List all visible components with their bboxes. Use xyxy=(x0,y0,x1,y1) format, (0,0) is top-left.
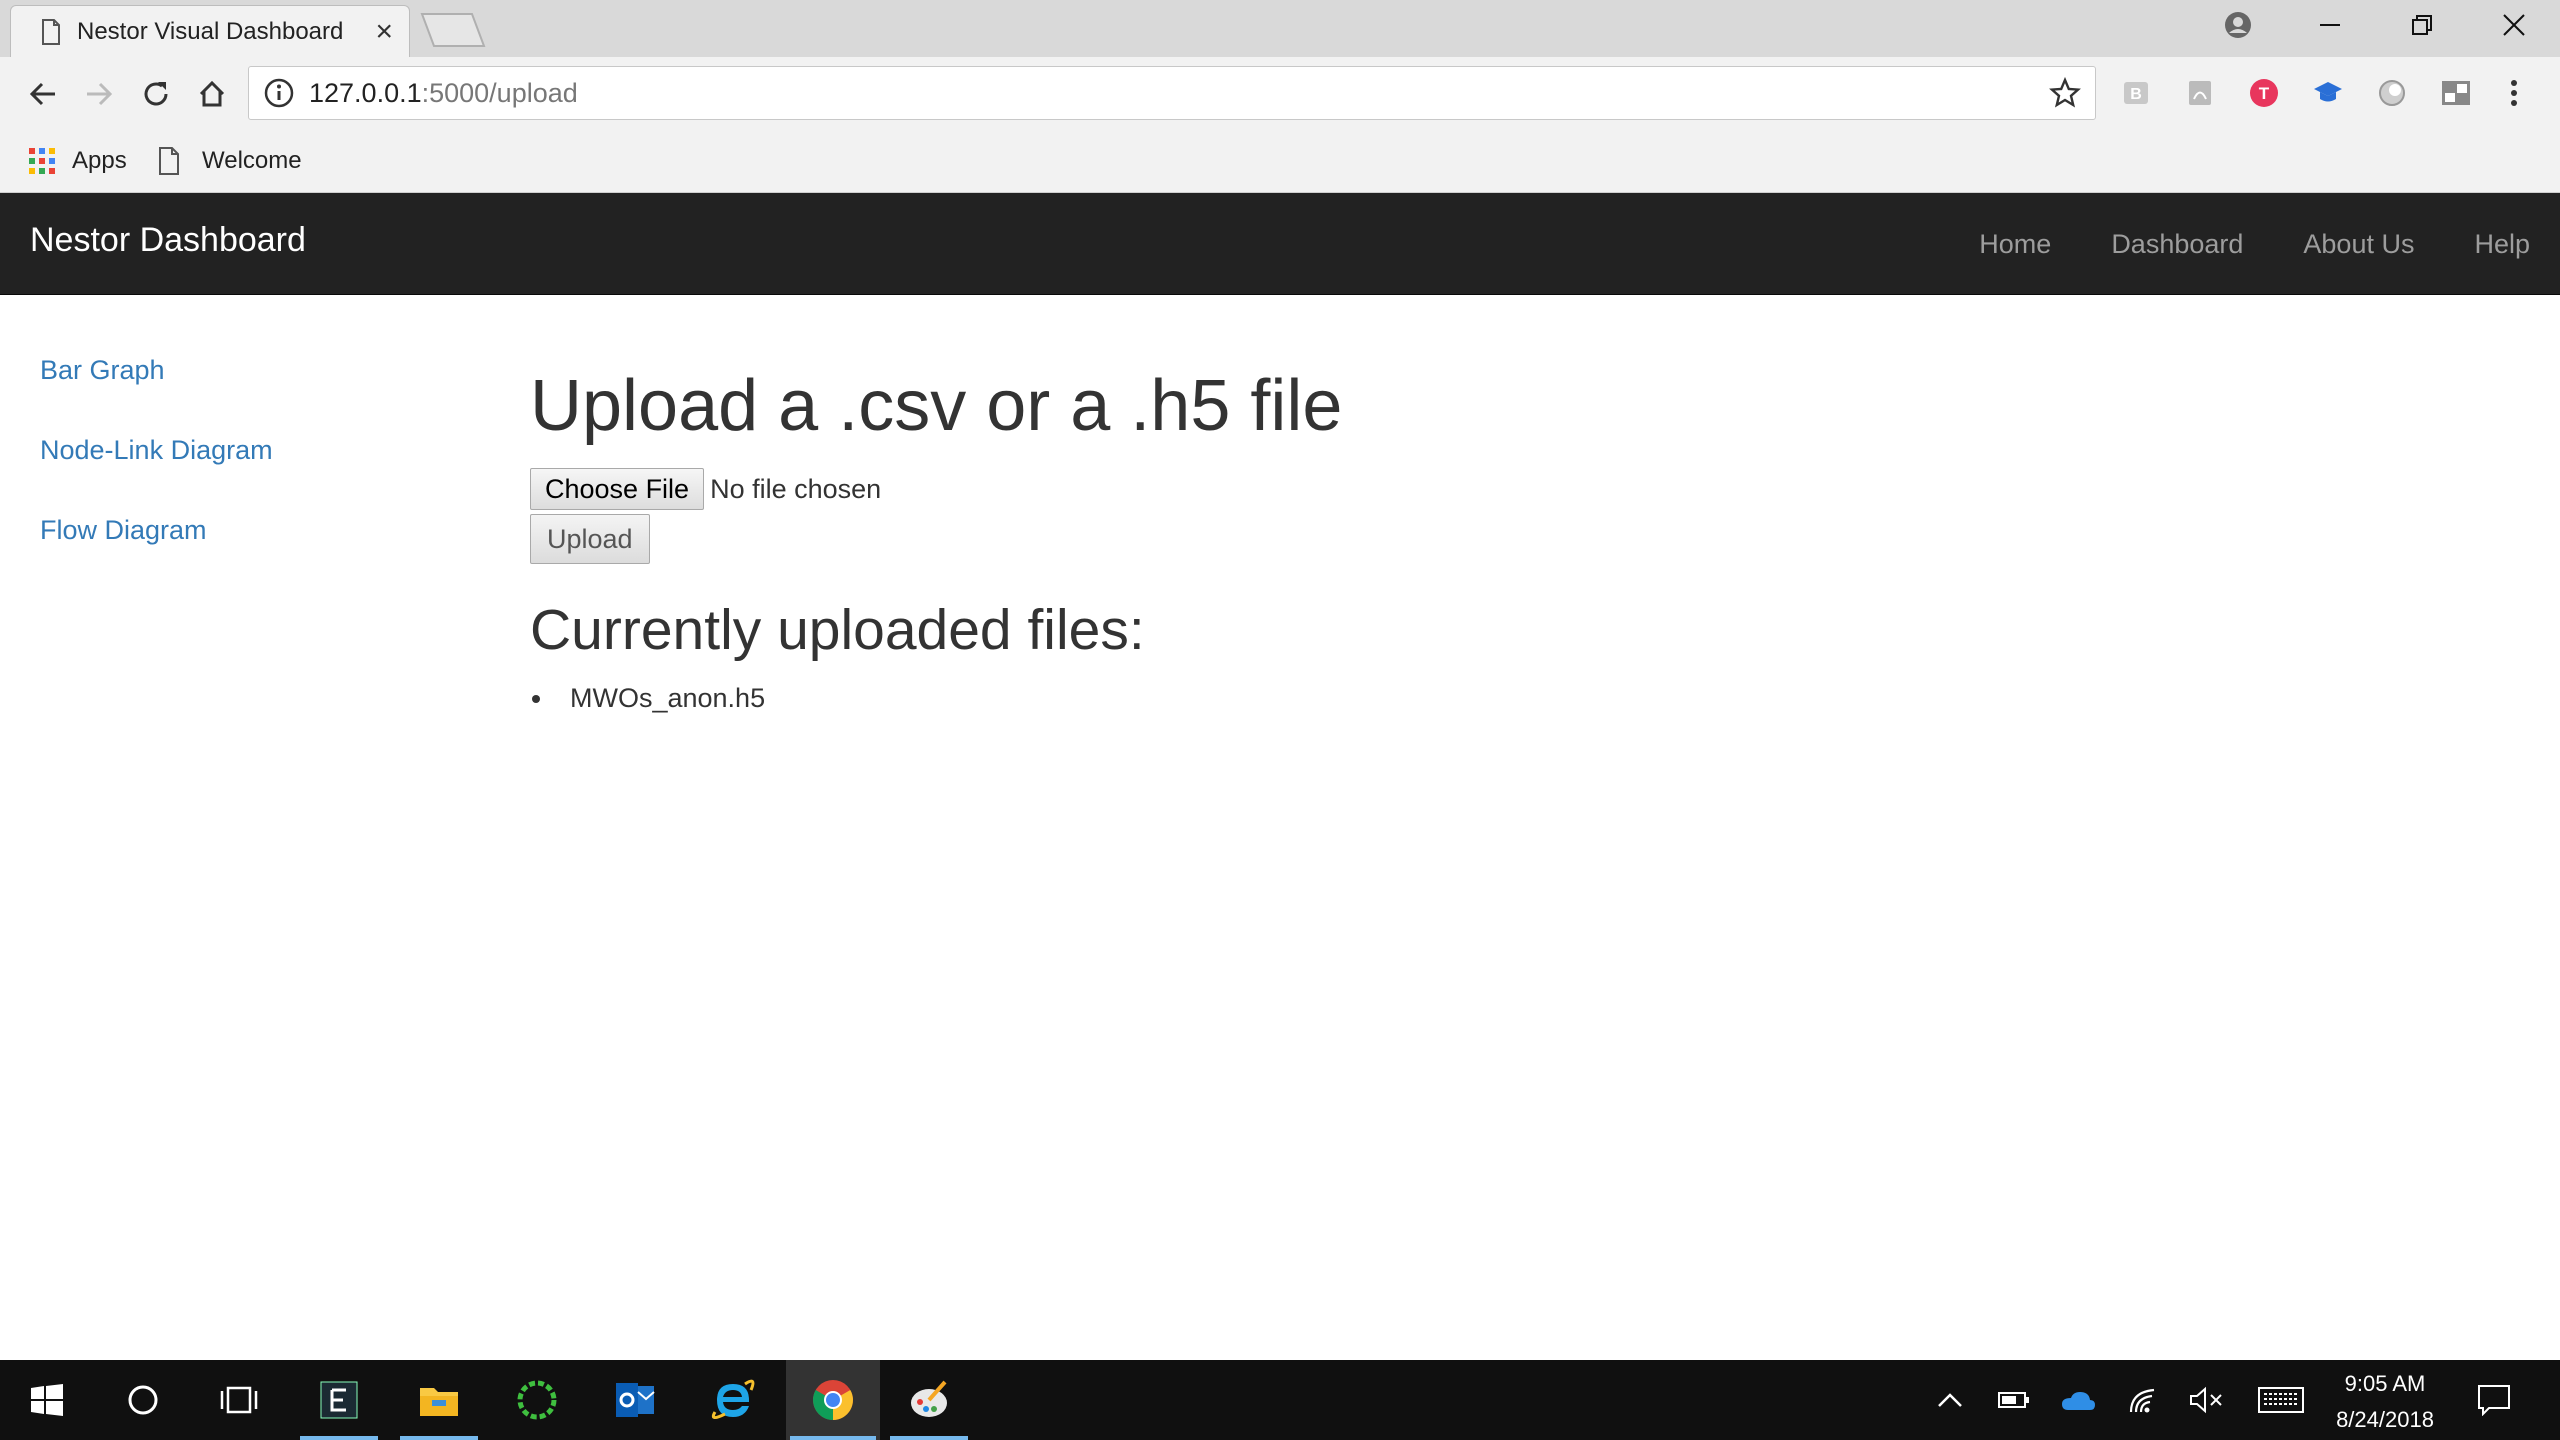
bookmark-apps[interactable]: Apps xyxy=(28,129,127,193)
sidebar-item-node-link-diagram[interactable]: Node-Link Diagram xyxy=(40,435,273,515)
extension-b-icon[interactable]: B xyxy=(2118,75,2154,111)
taskbar-app-green-ring-icon[interactable] xyxy=(494,1360,580,1440)
minimize-icon[interactable] xyxy=(2284,0,2376,50)
choose-file-button[interactable]: Choose File xyxy=(530,468,705,510)
circle-extension-icon[interactable] xyxy=(2374,75,2410,111)
page-icon xyxy=(159,147,179,175)
bookmarks-bar: Apps Welcome xyxy=(0,129,2560,193)
bullet xyxy=(532,694,540,703)
apps-grid-icon xyxy=(29,148,55,174)
paint-app-icon[interactable] xyxy=(886,1360,972,1440)
taskbar-app-editor-icon[interactable] xyxy=(296,1360,382,1440)
clock-time: 9:05 AM xyxy=(2344,1371,2426,1396)
sidebar: Bar Graph Node-Link Diagram Flow Diagram xyxy=(40,355,273,595)
battery-icon[interactable] xyxy=(1984,1360,2044,1440)
onedrive-cloud-icon[interactable] xyxy=(2048,1360,2108,1440)
back-arrow-icon[interactable] xyxy=(20,71,66,117)
new-tab-button[interactable] xyxy=(420,12,486,48)
chrome-icon[interactable] xyxy=(786,1360,880,1440)
tab-close-icon[interactable]: × xyxy=(375,16,393,47)
file-explorer-icon[interactable] xyxy=(396,1360,482,1440)
nav-home[interactable]: Home xyxy=(1979,229,2051,260)
restore-icon[interactable] xyxy=(2376,0,2468,50)
pdf-extension-icon[interactable] xyxy=(2182,75,2218,111)
browser-tab[interactable]: Nestor Visual Dashboard × xyxy=(10,5,410,57)
nav-help[interactable]: Help xyxy=(2474,229,2530,260)
list-item: MWOs_anon.h5 xyxy=(530,683,2430,714)
url-path: :5000/upload xyxy=(421,77,578,108)
running-indicator xyxy=(890,1436,968,1440)
browser-toolbar: 127.0.0.1:5000/upload B T xyxy=(0,57,2560,129)
svg-text:B: B xyxy=(2130,86,2142,103)
show-hidden-icons-chevron-icon[interactable] xyxy=(1920,1360,1980,1440)
close-window-icon[interactable] xyxy=(2468,0,2560,50)
uploaded-file-name: MWOs_anon.h5 xyxy=(570,683,766,713)
internet-explorer-icon[interactable] xyxy=(690,1360,776,1440)
svg-text:T: T xyxy=(2259,84,2270,103)
windows-start-icon[interactable] xyxy=(4,1360,90,1440)
upload-button[interactable]: Upload xyxy=(530,514,650,564)
running-indicator xyxy=(790,1436,876,1440)
cortana-search-icon[interactable] xyxy=(100,1360,186,1440)
clock-date: 8/24/2018 xyxy=(2336,1407,2434,1432)
volume-muted-icon[interactable] xyxy=(2176,1360,2236,1440)
bookmark-welcome-label: Welcome xyxy=(202,147,302,174)
graduation-cap-icon[interactable] xyxy=(2310,75,2346,111)
window-extension-icon[interactable] xyxy=(2438,75,2474,111)
menu-kebab-icon[interactable] xyxy=(2496,75,2532,111)
running-indicator xyxy=(400,1436,478,1440)
uploaded-files-list: MWOs_anon.h5 xyxy=(530,683,2430,714)
page-icon xyxy=(42,18,60,45)
system-clock[interactable]: 9:05 AM 8/24/2018 xyxy=(2300,1360,2470,1440)
uploaded-files-heading: Currently uploaded files: xyxy=(530,598,1145,662)
url-host: 127.0.0.1 xyxy=(309,77,422,108)
wifi-icon[interactable] xyxy=(2114,1360,2174,1440)
sidebar-item-bar-graph[interactable]: Bar Graph xyxy=(40,355,273,435)
bookmark-star-icon[interactable] xyxy=(2049,77,2081,109)
bookmark-welcome[interactable]: Welcome xyxy=(158,129,302,193)
nav-about-us[interactable]: About Us xyxy=(2303,229,2414,260)
profile-icon[interactable] xyxy=(2192,0,2284,50)
running-indicator xyxy=(300,1436,378,1440)
navbar-brand[interactable]: Nestor Dashboard xyxy=(30,221,306,260)
reload-icon[interactable] xyxy=(133,71,179,117)
nav-dashboard[interactable]: Dashboard xyxy=(2111,229,2243,260)
bookmark-apps-label: Apps xyxy=(72,147,127,174)
info-icon[interactable] xyxy=(263,77,295,109)
sidebar-item-flow-diagram[interactable]: Flow Diagram xyxy=(40,515,273,595)
file-status-text: No file chosen xyxy=(710,473,882,504)
tab-strip: Nestor Visual Dashboard × xyxy=(0,0,2560,57)
outlook-icon[interactable] xyxy=(592,1360,678,1440)
taskbar: 9:05 AM 8/24/2018 xyxy=(0,1360,2560,1440)
forward-arrow-icon[interactable] xyxy=(76,71,122,117)
tab-title: Nestor Visual Dashboard xyxy=(77,17,344,45)
action-center-icon[interactable] xyxy=(2464,1360,2524,1440)
top-navbar: Nestor Dashboard Home Dashboard About Us… xyxy=(0,193,2560,295)
main-content: Upload a .csv or a .h5 file Choose File … xyxy=(530,370,2430,714)
home-icon[interactable] xyxy=(189,71,235,117)
file-input: Choose File No file chosen xyxy=(530,468,2430,510)
address-bar[interactable]: 127.0.0.1:5000/upload xyxy=(248,66,2096,120)
red-extension-icon[interactable]: T xyxy=(2246,75,2282,111)
page-title: Upload a .csv or a .h5 file xyxy=(530,366,1343,446)
task-view-icon[interactable] xyxy=(196,1360,282,1440)
